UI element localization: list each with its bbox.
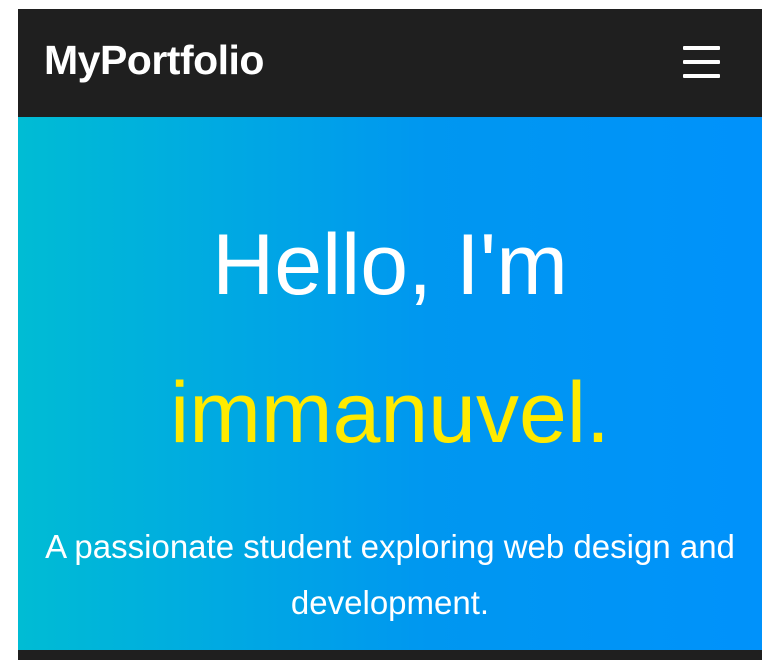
brand-logo[interactable]: MyPortfolio	[44, 37, 264, 84]
navbar: MyPortfolio	[18, 9, 762, 117]
app-screen: MyPortfolio Hello, I'm immanuvel. A pass…	[18, 9, 762, 660]
hero-name: immanuvel.	[170, 365, 610, 461]
menu-bar-top	[683, 46, 720, 50]
hero-tagline: A passionate student exploring web desig…	[45, 528, 735, 621]
hero-section: Hello, I'm immanuvel. A passionate stude…	[18, 117, 762, 650]
hero-greeting: Hello, I'm	[212, 217, 568, 313]
section-divider	[18, 650, 762, 660]
hamburger-menu-icon[interactable]	[678, 39, 726, 87]
menu-bar-middle	[683, 60, 720, 64]
menu-bar-bottom	[683, 74, 720, 78]
